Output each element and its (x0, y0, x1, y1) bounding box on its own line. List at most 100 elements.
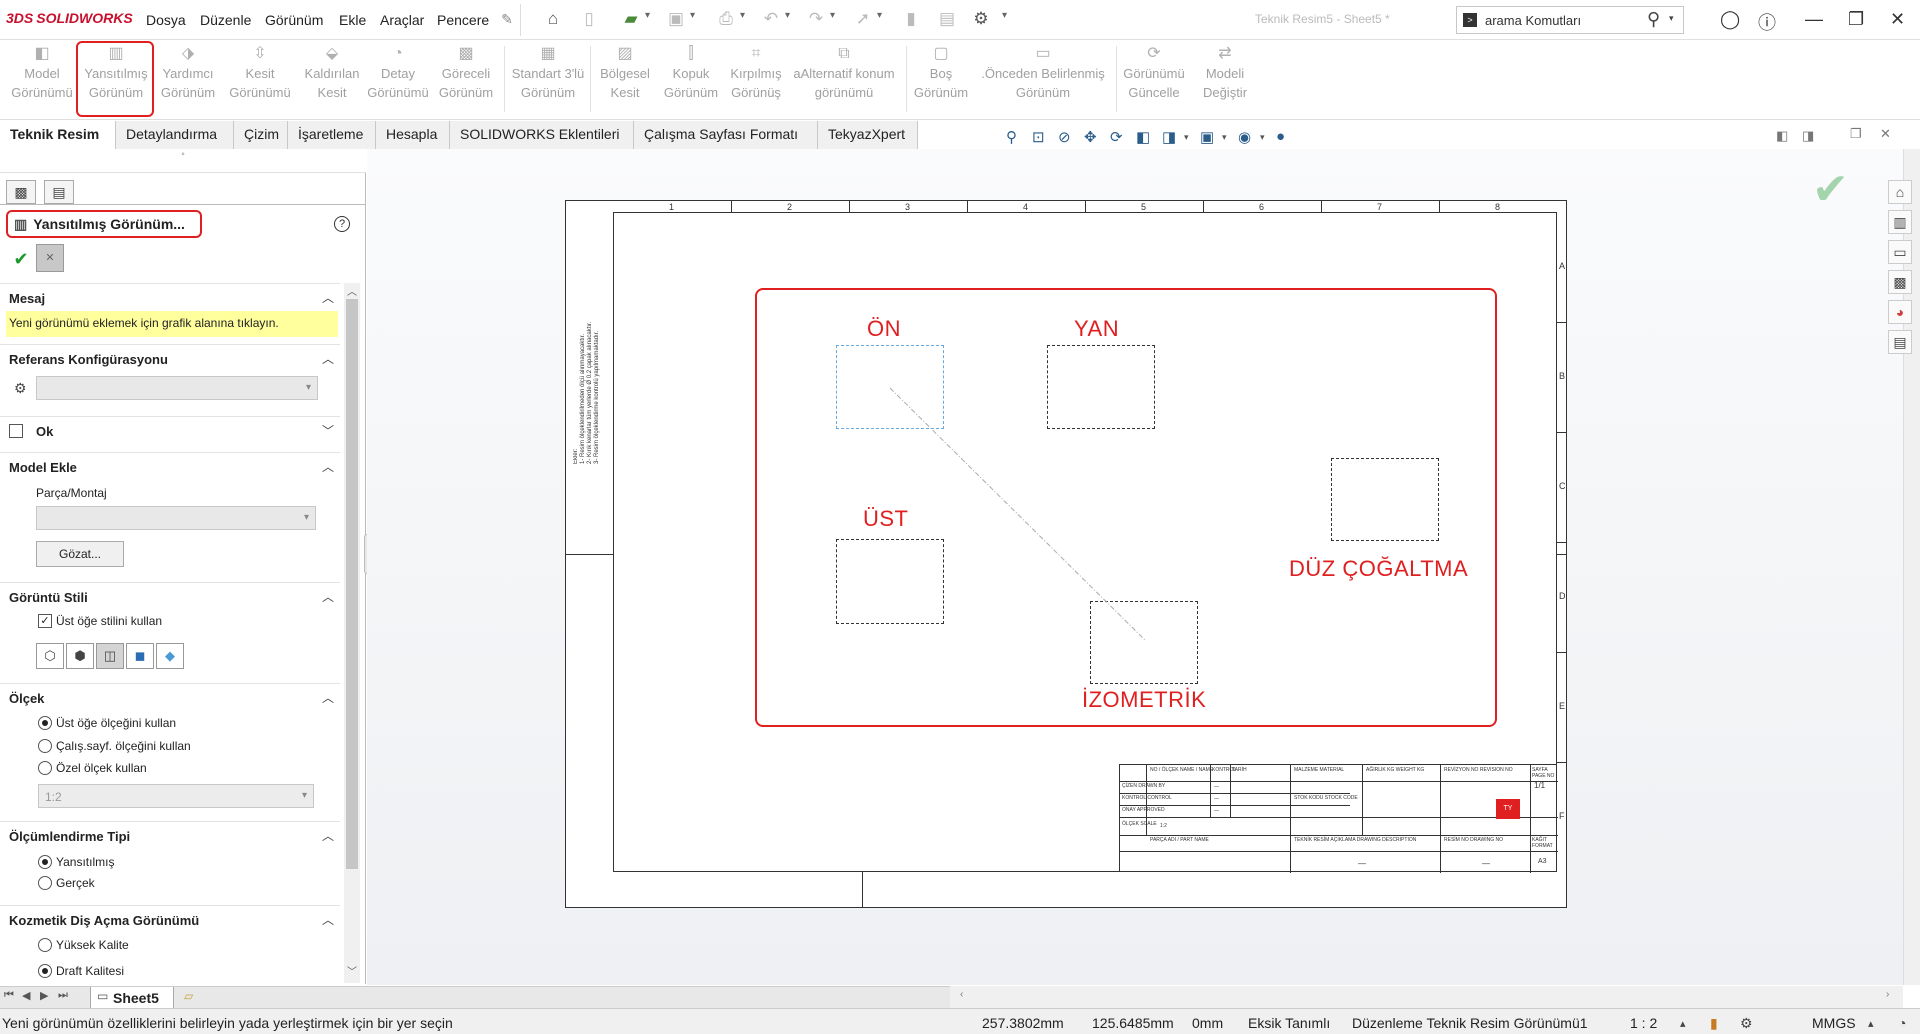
view-close-icon[interactable]: ✕ (1880, 126, 1891, 142)
browse-button[interactable]: Gözat... (36, 541, 124, 567)
chevron-down-icon[interactable]: ▾ (877, 10, 882, 21)
arrow-checkbox[interactable] (9, 424, 23, 438)
help-icon[interactable]: ? (334, 216, 350, 232)
standard-3-view-button[interactable]: ▦ Standart 3'lü Görünüm (506, 44, 590, 116)
zoom-area-icon[interactable]: ⊡ (1032, 128, 1045, 146)
chevron-down-icon[interactable]: ▾ (1184, 132, 1189, 143)
section-olcumlendirme-tipi[interactable]: Ölçümlendirme Tipi ︿ (0, 821, 340, 849)
crop-view-button[interactable]: ⌗ Kırpılmış Görünüş (722, 44, 790, 116)
file-properties-icon[interactable]: ▤ (936, 8, 958, 30)
open-folder-icon[interactable]: ▰ (620, 8, 642, 30)
tab-tekyazxpert[interactable]: TekyazXpert (818, 121, 918, 149)
select-cursor-icon[interactable]: ➚ (852, 8, 874, 30)
chevron-up-icon[interactable]: ︿ (322, 827, 334, 844)
predefined-view-button[interactable]: ▭ .Önceden Belirlenmiş Görünüm (972, 44, 1114, 116)
tab-calisma-sayfasi-formati[interactable]: Çalışma Sayfası Formatı (634, 121, 818, 149)
section-model-ekle[interactable]: Model Ekle ︿ (0, 452, 340, 480)
status-mode[interactable]: Düzenleme Teknik Resim Görünümü1 (1352, 1015, 1588, 1031)
scale-parent-radio[interactable] (38, 716, 52, 730)
dim-projected-radio[interactable] (38, 855, 52, 869)
chevron-down-icon[interactable]: ▾ (1669, 13, 1674, 24)
menu-pencere[interactable]: Pencere (437, 12, 489, 28)
hidden-lines-visible-icon[interactable]: ⬢ (66, 643, 94, 669)
chevron-down-icon[interactable]: ▾ (785, 10, 790, 21)
side-view-placeholder[interactable] (1047, 345, 1155, 429)
broken-out-section-button[interactable]: ▨ Bölgesel Kesit (592, 44, 658, 116)
panel-scrollbar[interactable]: ︿ ﹀ (344, 283, 360, 983)
flat-pattern-view-placeholder[interactable] (1331, 458, 1439, 541)
search-icon[interactable]: ⚲ (1647, 9, 1660, 30)
rebuild-status-icon[interactable]: ▮ (1710, 1015, 1718, 1032)
custom-scale-dropdown[interactable]: 1:2 ▾ (38, 784, 314, 808)
chevron-down-icon[interactable]: ▾ (1222, 132, 1227, 143)
hidden-lines-removed-icon[interactable]: ◫ (96, 643, 124, 669)
menu-ekle[interactable]: Ekle (339, 12, 366, 28)
scroll-thumb[interactable] (346, 299, 358, 869)
next-sheet-icon[interactable]: ▶ (40, 989, 48, 1002)
restore-icon[interactable]: ❐ (1848, 9, 1864, 30)
graphics-horizontal-scrollbar[interactable]: ‹ › (950, 986, 1903, 1008)
feature-manager-tab-icon[interactable]: ▩ (6, 180, 36, 204)
shaded-with-edges-icon[interactable]: ◼ (126, 643, 154, 669)
scale-sheet-radio[interactable] (38, 739, 52, 753)
property-manager-tab-icon[interactable]: ▤ (44, 180, 74, 204)
solidworks-resources-icon[interactable]: ⌂ (1888, 180, 1912, 204)
chevron-up-icon[interactable]: ︿ (322, 911, 334, 928)
removed-section-button[interactable]: ⬙ Kaldırılan Kesit (294, 44, 370, 116)
part-assembly-dropdown[interactable]: ▾ (36, 506, 316, 530)
chevron-down-icon[interactable]: ﹀ (322, 422, 334, 439)
high-quality-radio[interactable] (38, 938, 52, 952)
shaded-icon[interactable]: ◆ (156, 643, 184, 669)
section-ok[interactable]: Ok ﹀ (0, 416, 340, 444)
search-box[interactable]: > arama Komutları ⚲ ▾ (1456, 6, 1684, 34)
settings-status-icon[interactable]: ⚙ (1740, 1015, 1753, 1032)
add-sheet-icon[interactable]: ▱ (184, 989, 193, 1003)
chevron-up-icon[interactable]: ︿ (322, 588, 334, 605)
scroll-left-icon[interactable]: ‹ (960, 989, 963, 1000)
configuration-dropdown[interactable]: ▾ (36, 376, 318, 400)
home-icon[interactable]: ⌂ (542, 8, 564, 30)
section-olcek[interactable]: Ölçek ︿ (0, 683, 340, 711)
section-kozmetik-dis[interactable]: Kozmetik Diş Açma Görünümü ︿ (0, 905, 340, 933)
use-parent-style-checkbox[interactable]: ✓ (38, 614, 52, 628)
first-sheet-icon[interactable]: ⏮ (4, 989, 14, 1002)
view-orientation-icon[interactable]: ◨ (1162, 128, 1176, 146)
tab-teknik-resim[interactable]: Teknik Resim (0, 121, 116, 149)
tab-hesapla[interactable]: Hesapla (376, 121, 450, 149)
pin-icon[interactable]: ✎ (496, 8, 518, 30)
wireframe-style-icon[interactable]: ⬡ (36, 643, 64, 669)
view-tile-left-icon[interactable]: ◧ (1776, 128, 1788, 144)
minimize-icon[interactable]: — (1805, 9, 1823, 30)
chevron-up-icon[interactable]: ︿ (322, 458, 334, 475)
chevron-down-icon[interactable]: ▾ (830, 10, 835, 21)
tooltip-status-icon[interactable]: ◔ (1898, 1015, 1906, 1031)
rebuild-icon[interactable]: ▮ (900, 8, 922, 30)
isometric-view-placeholder[interactable] (1090, 601, 1198, 684)
appearances-icon[interactable]: ◕ (1888, 300, 1912, 324)
zoom-to-fit-icon[interactable]: ⚲ (1006, 128, 1017, 146)
last-sheet-icon[interactable]: ⏭ (58, 989, 68, 1002)
confirmation-corner-check-icon[interactable]: ✔ (1812, 164, 1849, 215)
menu-gorunum[interactable]: Görünüm (265, 12, 323, 28)
chevron-down-icon[interactable]: ▾ (690, 10, 695, 21)
update-views-button[interactable]: ⟳ Görünümü Güncelle (1118, 44, 1190, 116)
file-explorer-icon[interactable]: ▭ (1888, 240, 1912, 264)
hide-show-icon[interactable]: ◉ (1238, 128, 1251, 146)
custom-properties-icon[interactable]: ▤ (1888, 330, 1912, 354)
cancel-button[interactable]: ✕ (36, 244, 64, 272)
break-view-button[interactable]: ⫿ Kopuk Görünüm (656, 44, 726, 116)
view-tile-right-icon[interactable]: ◨ (1802, 128, 1814, 144)
chevron-up-icon[interactable]: ︿ (322, 689, 334, 706)
front-view-placeholder[interactable] (836, 345, 944, 429)
status-scale[interactable]: 1 : 2 (1630, 1015, 1657, 1031)
section-goruntu-stili[interactable]: Görüntü Stili ︿ (0, 582, 340, 610)
alternate-position-view-button[interactable]: ⧉ aAlternatif konum görünümü (788, 44, 900, 116)
scene-icon[interactable]: ● (1276, 128, 1285, 145)
display-style-icon[interactable]: ▣ (1200, 128, 1214, 146)
replace-model-button[interactable]: ⇄ Modeli Değiştir (1190, 44, 1260, 116)
chevron-up-icon[interactable]: ▴ (1868, 1017, 1874, 1030)
previous-sheet-icon[interactable]: ◀ (22, 989, 30, 1002)
chevron-up-icon[interactable]: ▴ (1680, 1017, 1686, 1030)
dim-true-radio[interactable] (38, 876, 52, 890)
auxiliary-view-button[interactable]: ⬗ Yardımcı Görünüm (150, 44, 226, 116)
